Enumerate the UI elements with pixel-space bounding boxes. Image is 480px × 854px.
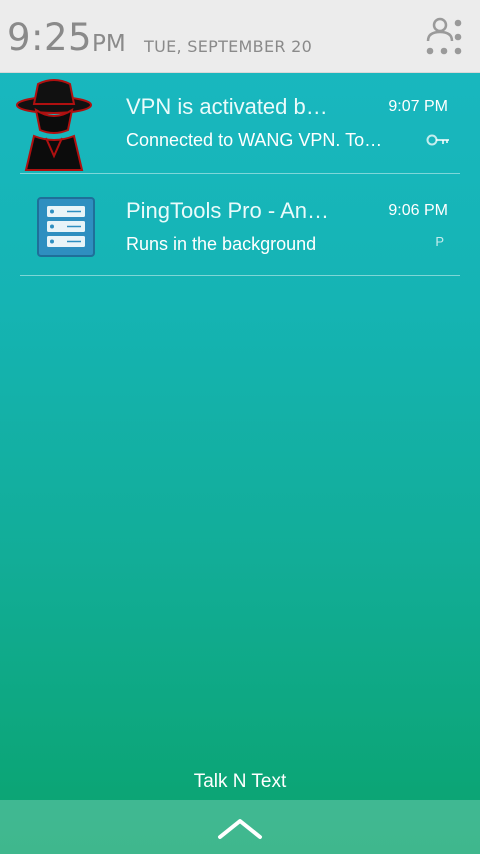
carrier-label: Talk N Text (193, 771, 287, 792)
notification-divider (20, 275, 460, 276)
clock-time: 9:25 (7, 16, 93, 59)
shade-close-handle[interactable] (0, 800, 480, 854)
clock-ampm: PM (92, 31, 126, 57)
notification-subtitle: Connected to WANG VPN. To… (126, 130, 383, 150)
key-icon (426, 132, 450, 151)
notification-title: PingTools Pro - An… (126, 198, 329, 223)
notification-vpn[interactable]: VPN is activated b… 9:07 PM Connected to… (0, 72, 480, 172)
hat-spy-icon (16, 78, 92, 176)
p-icon: P (435, 234, 444, 249)
chevron-up-icon (218, 819, 262, 839)
quick-settings-icon[interactable] (424, 17, 466, 57)
notification-title: VPN is activated b… (126, 94, 328, 119)
notification-time: 9:06 PM (388, 202, 448, 219)
status-bar: 9:25 PM TUE, SEPTEMBER 20 (0, 0, 480, 73)
notification-pingtools[interactable]: PingTools Pro - An… 9:06 PM Runs in the … (0, 174, 480, 274)
status-date: TUE, SEPTEMBER 20 (144, 37, 313, 56)
notification-time: 9:07 PM (388, 98, 448, 115)
notification-subtitle: Runs in the background (126, 234, 317, 254)
server-icon (37, 197, 95, 261)
